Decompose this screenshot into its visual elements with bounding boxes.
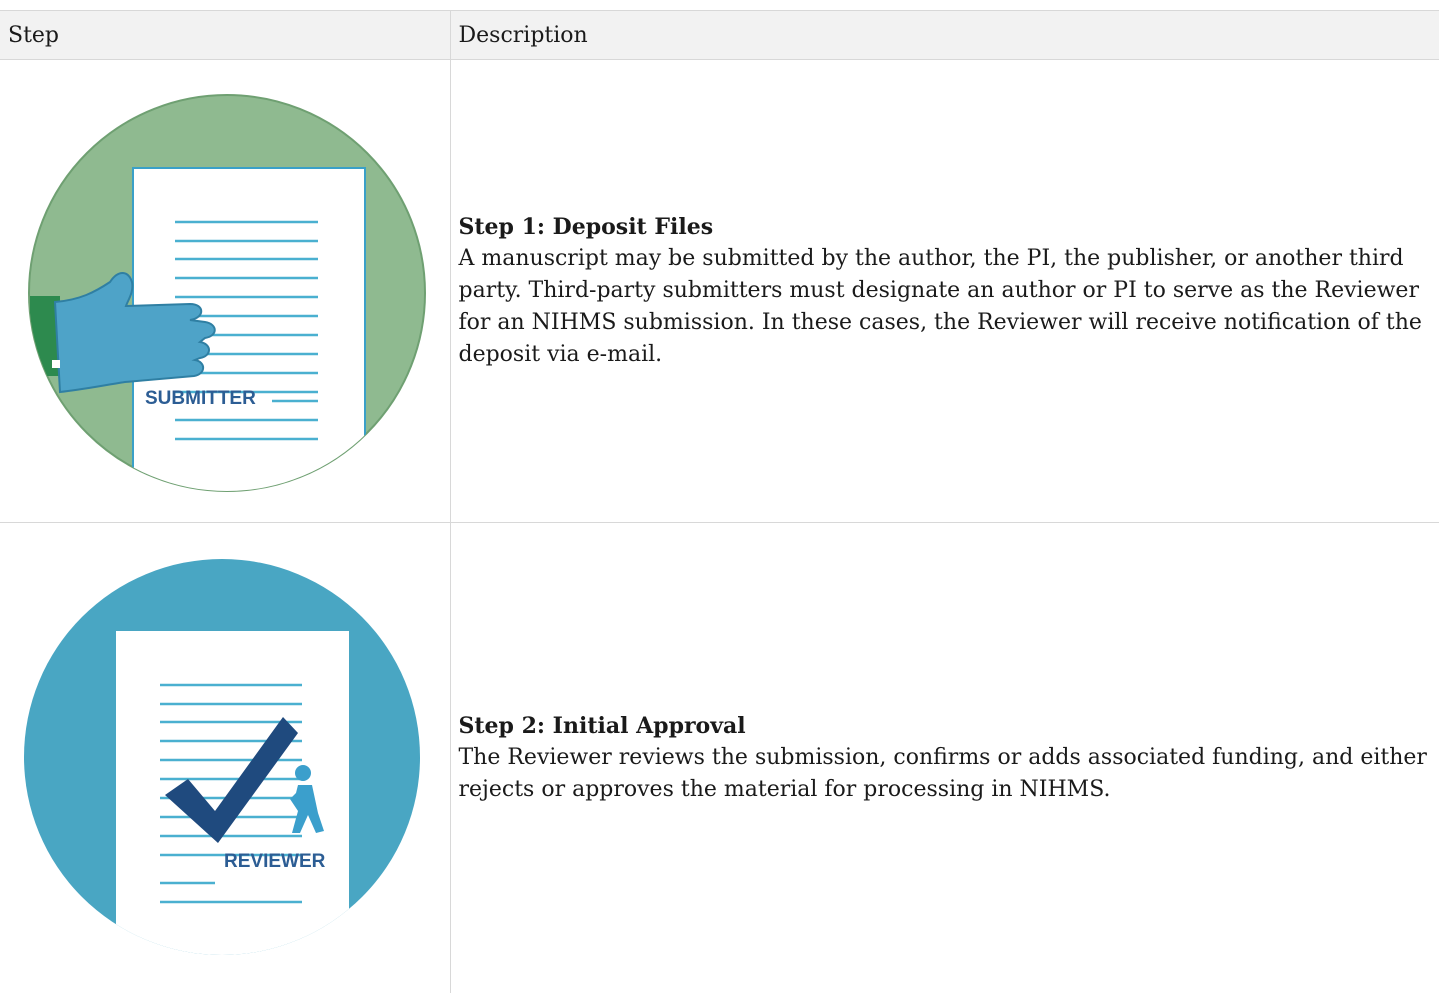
step-text: A manuscript may be submitted by the aut… xyxy=(458,246,1422,367)
reviewer-label: REVIEWER xyxy=(224,851,326,872)
table-header-row: Step Description xyxy=(0,10,1439,60)
header-description: Description xyxy=(449,10,1439,60)
step-image-cell: REVIEWER xyxy=(0,523,450,993)
submitter-label: SUBMITTER xyxy=(145,388,256,409)
step-title: Step 2: Initial Approval xyxy=(458,712,746,739)
submitter-illustration-icon: SUBMITTER xyxy=(28,94,426,492)
step-description-cell: Step 1: Deposit Files A manuscript may b… xyxy=(449,59,1439,523)
steps-table: Step Description SUBMITTER Step 1: Depos… xyxy=(0,10,1439,993)
table-row: REVIEWER Step 2: Initial Approval The Re… xyxy=(0,522,1439,993)
header-step: Step xyxy=(0,10,450,60)
step-description-cell: Step 2: Initial Approval The Reviewer re… xyxy=(449,522,1439,993)
reviewer-illustration-icon: REVIEWER xyxy=(24,559,420,956)
table-row: SUBMITTER Step 1: Deposit Files A manusc… xyxy=(0,59,1439,523)
step-title: Step 1: Deposit Files xyxy=(458,214,714,240)
step-image-cell: SUBMITTER xyxy=(0,59,450,523)
step-text: The Reviewer reviews the submission, con… xyxy=(458,744,1427,802)
